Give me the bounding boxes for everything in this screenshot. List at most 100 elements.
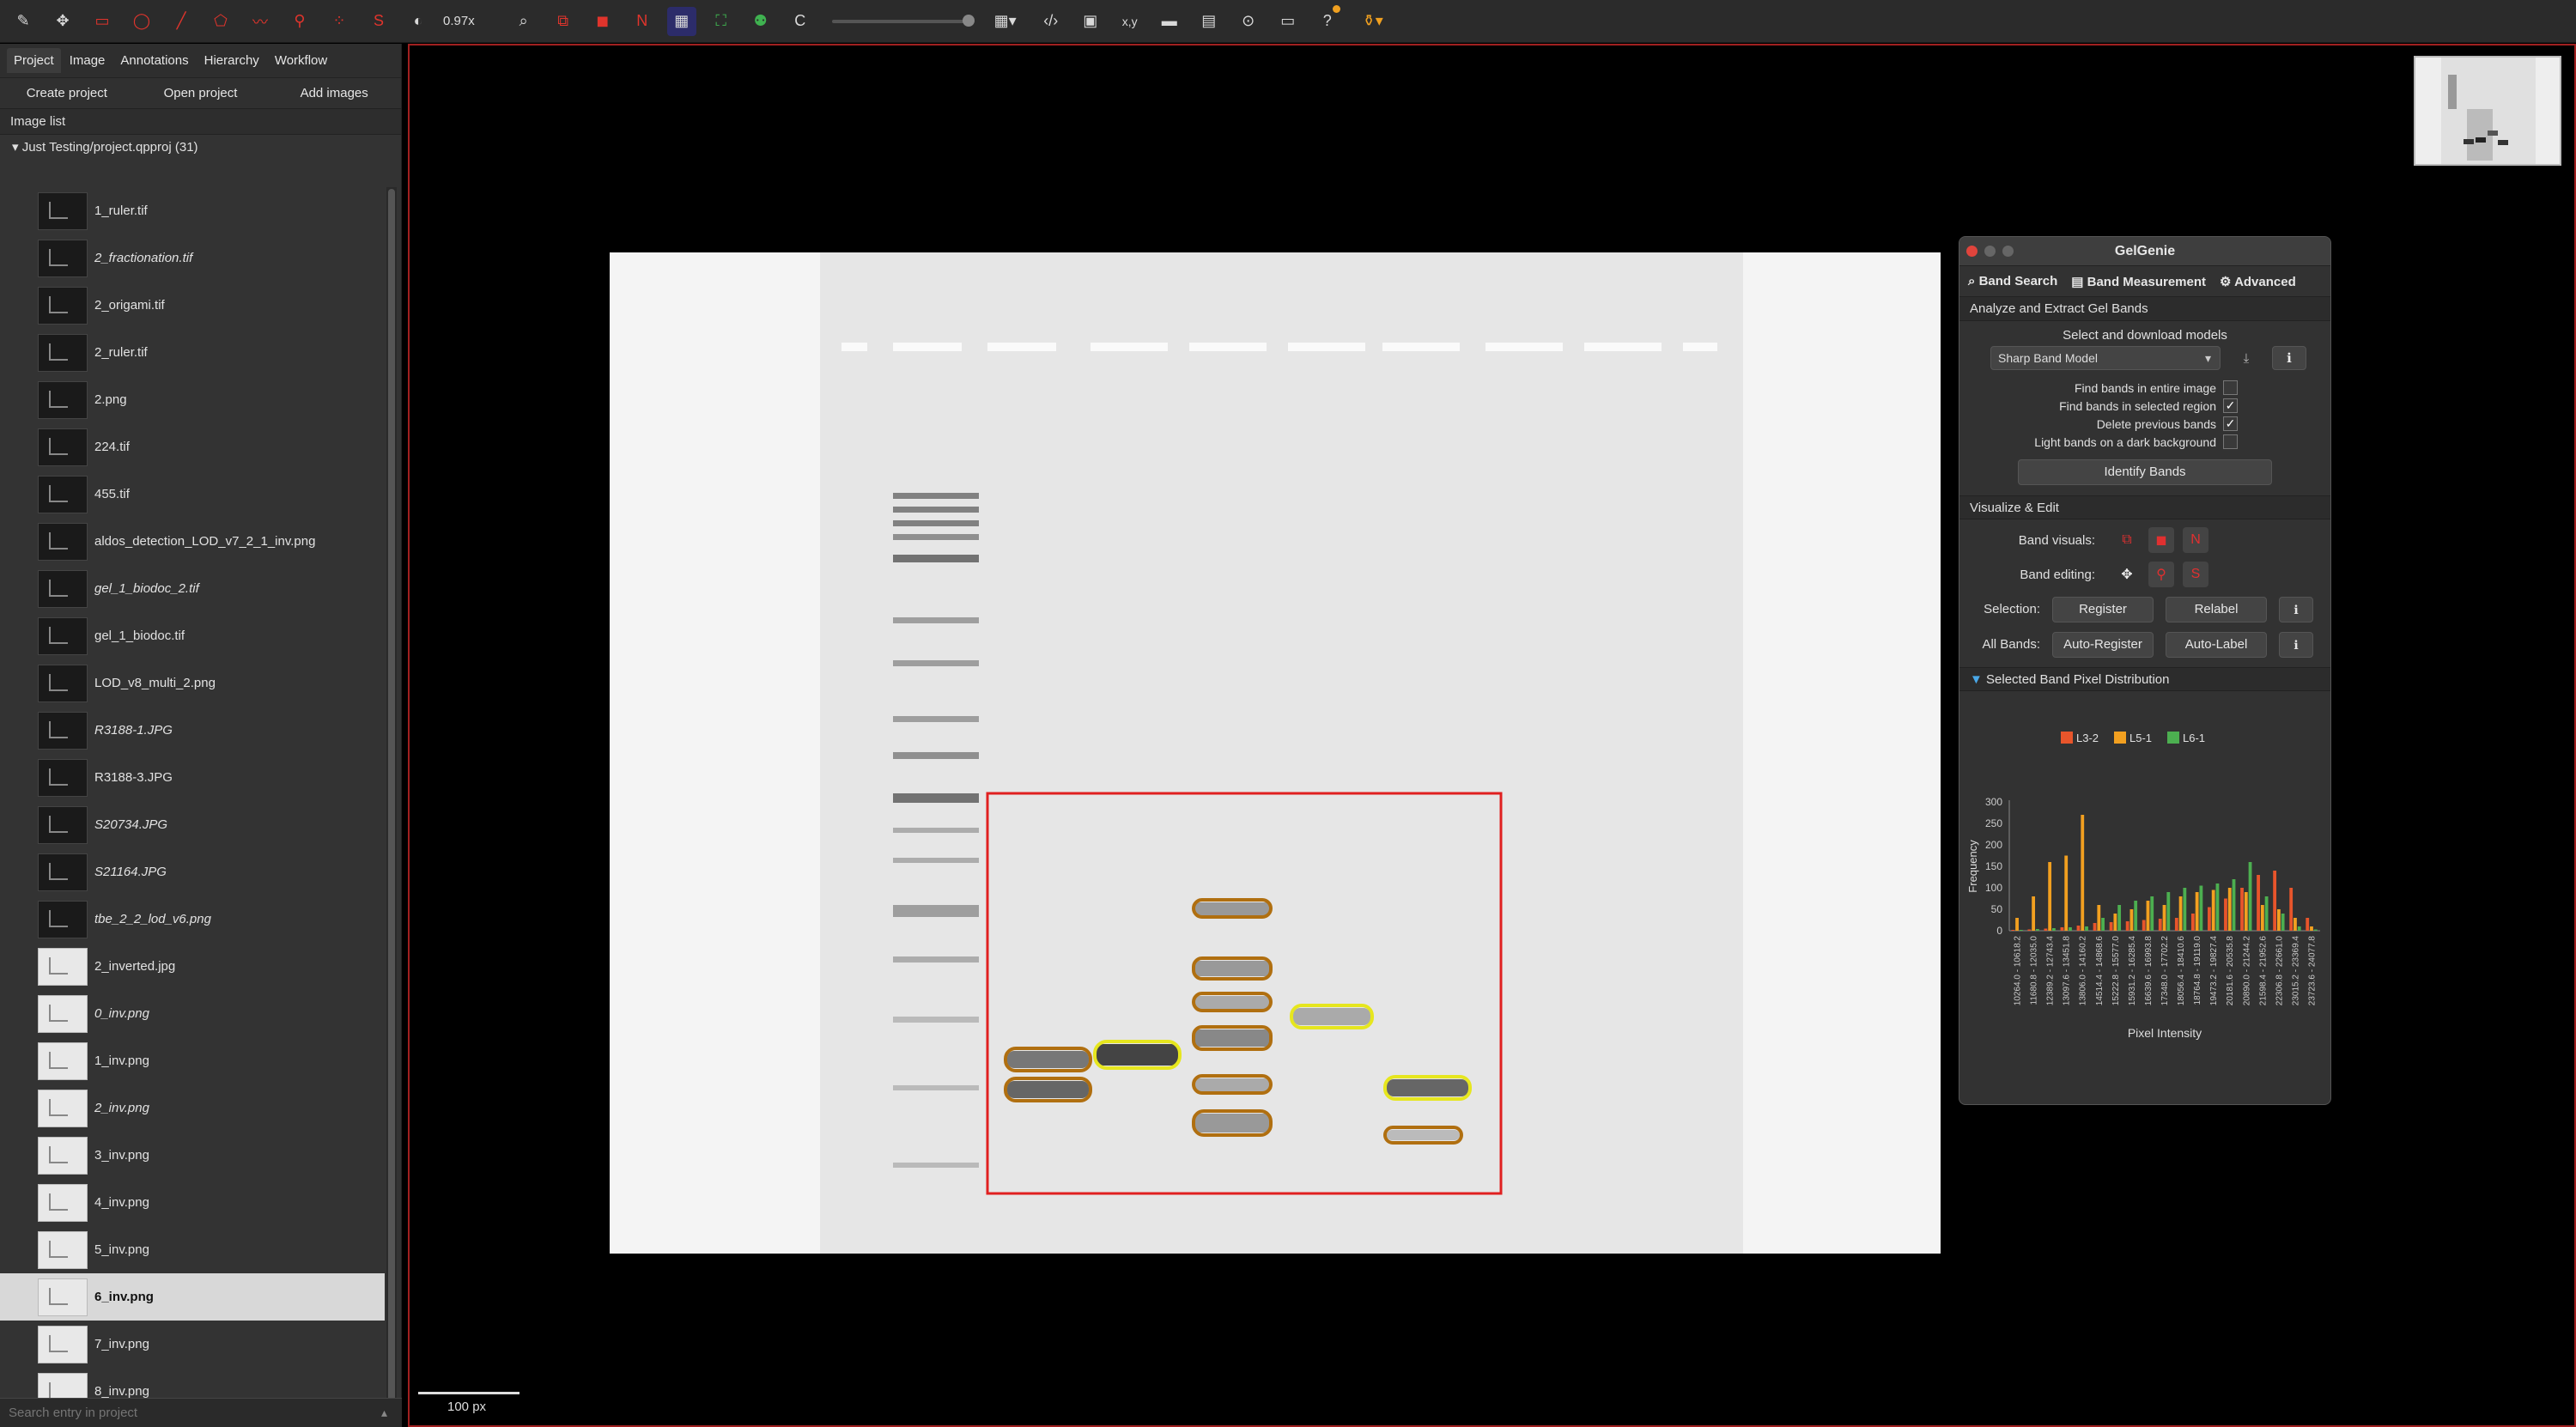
coordinates-button[interactable]: x,y (1115, 7, 1145, 36)
image-list-item[interactable]: LOD_v8_multi_2.png (0, 659, 385, 707)
image-list-item[interactable]: R3188-3.JPG (0, 754, 385, 801)
image-list-item[interactable]: R3188-1.JPG (0, 707, 385, 754)
opacity-slider[interactable] (831, 14, 975, 27)
checkbox-delete-previous[interactable]: ✓ (2223, 416, 2238, 431)
scrollbar-thumb[interactable] (388, 189, 395, 1427)
fill-bands-icon[interactable]: ◼ (2148, 527, 2174, 553)
show-band-names-icon[interactable]: N (2183, 527, 2208, 553)
image-list-item[interactable]: 2_ruler.tif (0, 329, 385, 376)
checkbox-entire-image[interactable] (2223, 380, 2238, 395)
show-annotations-icon[interactable]: ⧉ (549, 7, 578, 36)
collapse-triangle-icon[interactable]: ▼ (1970, 672, 1986, 687)
image-list-item[interactable]: gel_1_biodoc.tif (0, 612, 385, 659)
image-list-item[interactable]: 4_inv.png (0, 1179, 385, 1226)
image-list-scrollbar[interactable] (386, 187, 397, 1427)
image-list-item[interactable]: 3_inv.png (0, 1132, 385, 1179)
model-info-icon[interactable]: ℹ (2272, 346, 2306, 370)
move-band-icon[interactable]: ✥ (2114, 562, 2140, 587)
expand-triangle-icon[interactable]: ▾ (12, 140, 22, 155)
ellipse-tool-icon[interactable]: ◯ (127, 7, 156, 36)
search-input[interactable] (9, 1406, 381, 1420)
show-names-icon[interactable]: N (628, 7, 657, 36)
add-images-button[interactable]: Add images (267, 86, 401, 100)
image-list-item[interactable]: aldos_detection_LOD_v7_2_1_inv.png (0, 518, 385, 565)
image-list-item[interactable]: 6_inv.png (0, 1273, 385, 1321)
points-tool-icon[interactable]: ⁘ (325, 7, 354, 36)
create-project-button[interactable]: Create project (0, 86, 134, 100)
all-bands-info-icon[interactable]: ℹ (2279, 631, 2313, 658)
project-root-item[interactable]: ▾ Just Testing/project.qpproj (31) (0, 135, 401, 161)
scalebar-icon[interactable]: ▬ (1155, 7, 1184, 36)
tab-hierarchy[interactable]: Hierarchy (197, 48, 266, 73)
check-selected-region[interactable]: Find bands in selected region ✓ (1959, 397, 2330, 415)
distribution-header[interactable]: ▼ Selected Band Pixel Distribution (1959, 667, 2330, 691)
tab-project[interactable]: Project (7, 48, 61, 73)
tab-advanced[interactable]: ⚙ Advanced (2220, 274, 2296, 289)
image-list-item[interactable]: 0_inv.png (0, 990, 385, 1037)
image-list-item[interactable]: 1_ruler.tif (0, 187, 385, 234)
tab-band-measurement[interactable]: ▤ Band Measurement (2071, 274, 2206, 289)
image-list-item[interactable]: 2_origami.tif (0, 282, 385, 329)
image-list-item[interactable]: 2.png (0, 376, 385, 423)
polygon-tool-icon[interactable]: ⬠ (206, 7, 235, 36)
polyline-tool-icon[interactable]: 〰 (246, 7, 275, 36)
overview-icon[interactable]: ▣ (1076, 7, 1105, 36)
image-list-item[interactable]: 2_fractionation.tif (0, 234, 385, 282)
selection-band-icon[interactable]: S (2183, 562, 2208, 587)
image-list-item[interactable]: 455.tif (0, 471, 385, 518)
auto-register-button[interactable]: Auto-Register (2052, 631, 2154, 658)
script-editor-icon[interactable]: ‹/› (1036, 7, 1066, 36)
log-icon[interactable]: ▭ (1273, 7, 1303, 36)
gelgenie-titlebar[interactable]: GelGenie (1959, 237, 2330, 266)
show-bands-icon[interactable]: ⧉ (2114, 527, 2140, 553)
checkbox-light-bands[interactable] (2223, 434, 2238, 449)
rectangle-tool-icon[interactable]: ▭ (88, 7, 117, 36)
image-list-item[interactable]: 2_inverted.jpg (0, 943, 385, 990)
grid-icon[interactable]: ▦▾ (985, 7, 1026, 36)
identify-bands-button[interactable]: Identify Bands (2018, 459, 2272, 485)
selection-info-icon[interactable]: ℹ (2279, 596, 2313, 622)
tma-grid-icon[interactable]: ▦ (666, 6, 696, 36)
register-button[interactable]: Register (2052, 596, 2154, 622)
image-list-item[interactable]: 1_inv.png (0, 1037, 385, 1084)
image-list-item[interactable]: 224.tif (0, 423, 385, 471)
detections-icon[interactable]: ⛶ (707, 7, 736, 36)
connections-button[interactable]: C (786, 7, 815, 36)
tab-image[interactable]: Image (63, 48, 112, 73)
image-list-item[interactable]: 2_inv.png (0, 1084, 385, 1132)
zoom-fit-icon[interactable]: ⌕ (509, 7, 538, 36)
selection-mode-icon[interactable]: S (364, 7, 393, 36)
image-list-item[interactable]: S20734.JPG (0, 801, 385, 848)
tab-annotations[interactable]: Annotations (113, 48, 195, 73)
image-list-item[interactable]: tbe_2_2_lod_v6.png (0, 896, 385, 943)
line-tool-icon[interactable]: ╱ (167, 7, 196, 36)
image-list-item[interactable]: 7_inv.png (0, 1321, 385, 1368)
auto-label-button[interactable]: Auto-Label (2166, 631, 2267, 658)
brush-band-icon[interactable]: ⚲ (2148, 562, 2174, 587)
image-list-item[interactable]: 5_inv.png (0, 1226, 385, 1273)
relabel-button[interactable]: Relabel (2166, 596, 2267, 622)
check-light-bands[interactable]: Light bands on a dark background (1959, 433, 2330, 451)
pixel-classifier-icon[interactable]: ⊙ (1234, 7, 1263, 36)
help-icon[interactable]: ? (1313, 4, 1342, 36)
overview-thumbnail[interactable] (2414, 56, 2561, 166)
fill-detections-icon[interactable]: ⚉ (746, 7, 775, 36)
tab-band-search[interactable]: ⌕ Band Search (1968, 274, 2057, 288)
brush-tool-icon[interactable]: ✎ (9, 7, 38, 36)
check-delete-previous[interactable]: Delete previous bands ✓ (1959, 415, 2330, 433)
measurement-table-icon[interactable]: ▤ (1194, 7, 1224, 36)
gel-image[interactable] (610, 252, 1941, 1254)
tab-workflow[interactable]: Workflow (268, 48, 334, 73)
search-options-icon[interactable]: ▴ (381, 1406, 402, 1420)
move-tool-icon[interactable]: ✥ (48, 7, 77, 36)
fill-annotations-icon[interactable]: ◼ (588, 7, 617, 36)
extensions-icon[interactable]: ⚱▾ (1352, 7, 1394, 36)
image-list-item[interactable]: S21164.JPG (0, 848, 385, 896)
contrast-icon[interactable]: ◐ (404, 7, 433, 36)
download-model-icon[interactable]: ⤓ (2229, 346, 2263, 370)
wand-tool-icon[interactable]: ⚲ (285, 7, 314, 36)
checkbox-selected-region[interactable]: ✓ (2223, 398, 2238, 413)
model-dropdown[interactable]: Sharp Band Model (1990, 346, 2221, 370)
open-project-button[interactable]: Open project (134, 86, 268, 100)
image-list-item[interactable]: gel_1_biodoc_2.tif (0, 565, 385, 612)
